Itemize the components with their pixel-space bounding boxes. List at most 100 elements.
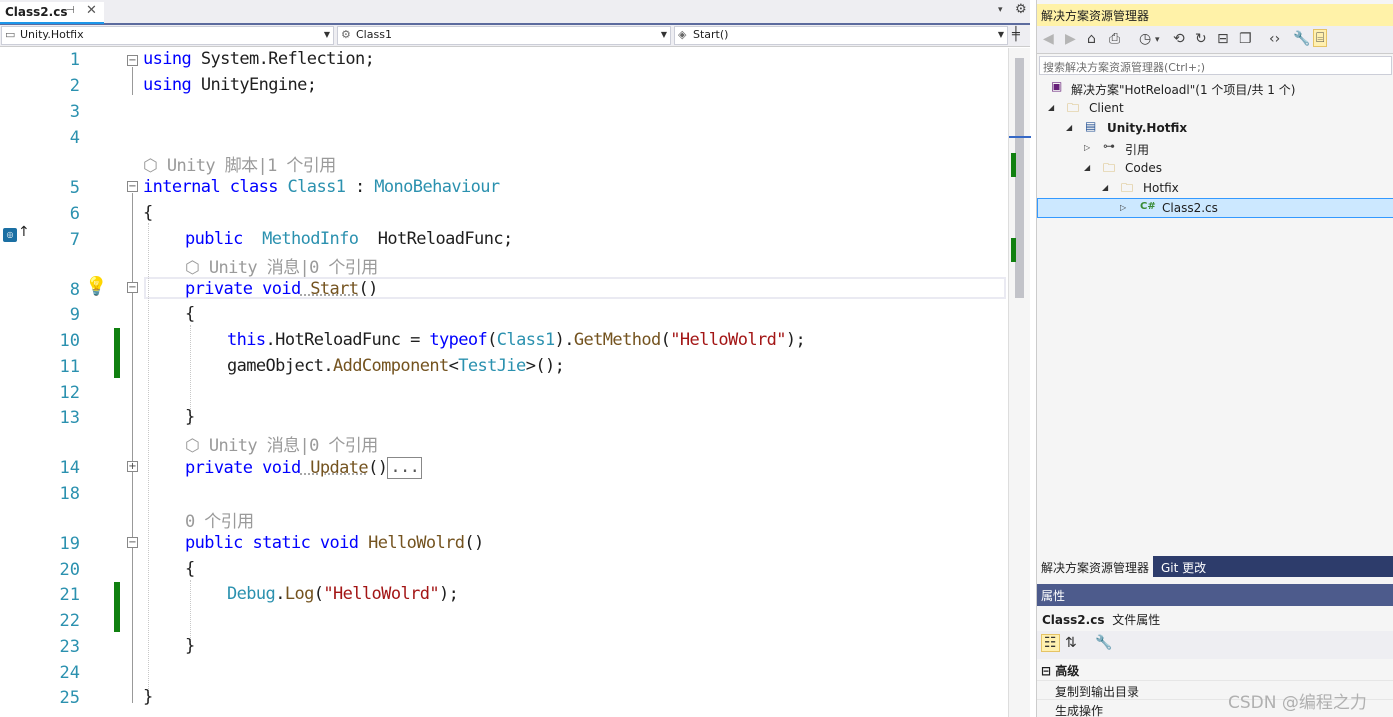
line-number: 13 [59, 408, 80, 428]
unity-script-icon[interactable]: ◎ [3, 228, 17, 242]
line-number: 7 [69, 230, 80, 250]
sync-icon[interactable]: ⟲ [1173, 31, 1185, 47]
code-line-9: { [185, 304, 195, 324]
pending-changes-filter-icon[interactable]: ◷ [1139, 31, 1151, 47]
property-pages-wrench-icon[interactable]: 🔧 [1095, 635, 1112, 651]
code-line-5: internal class Class1 : MonoBehaviour [143, 177, 500, 197]
properties-toolbar: ☷ ⇅ 🔧 [1037, 631, 1393, 659]
collapse-icon[interactable]: − [127, 55, 138, 66]
pin-icon[interactable]: ⊣ [66, 5, 75, 16]
scrollbar-change-marker [1011, 153, 1016, 177]
navigation-bar: ▭ Unity.Hotfix ▼ ⚙ Class1 ▼ ◈ Start() ▼ … [0, 25, 1030, 47]
tree-item-label: Codes [1125, 161, 1162, 175]
code-line-21: Debug.Log("HelloWolrd"); [227, 584, 459, 604]
expanded-arrow-icon[interactable]: ◢ [1048, 103, 1054, 112]
codelens-unity-message[interactable]: ⬡ Unity 消息|0 个引用 [185, 431, 378, 456]
folder-icon: 🗀 [1103, 161, 1116, 175]
category-label: 高级 [1055, 664, 1080, 678]
class-dropdown[interactable]: ⚙ Class1 ▼ [337, 26, 671, 45]
tab-list-dropdown-icon[interactable]: ▾ [998, 5, 1003, 15]
code-editor-pane: Class2.cs ⊣ ✕ ▾ ⚙ ▭ Unity.Hotfix ▼ ⚙ Cla… [0, 0, 1031, 717]
line-number: 23 [59, 637, 80, 657]
tree-item-project[interactable]: ◢ ▤ Unity.Hotfix [1037, 118, 1393, 138]
gear-icon[interactable]: ⚙ [1015, 2, 1027, 17]
tree-item-solution[interactable]: ▣ 解决方案"HotReloadl"(1 个项目/共 1 个) [1037, 78, 1393, 98]
vs-window: Class2.cs ⊣ ✕ ▾ ⚙ ▭ Unity.Hotfix ▼ ⚙ Cla… [0, 0, 1393, 717]
line-number: 19 [59, 534, 80, 554]
close-icon[interactable]: ✕ [86, 3, 97, 18]
csharp-project-icon: ▤ [1085, 119, 1097, 133]
csharp-file-icon: C# [1140, 201, 1156, 212]
scrollbar-thumb[interactable] [1015, 58, 1024, 298]
collapse-icon[interactable]: − [127, 537, 138, 548]
member-dropdown-value: Start() [693, 28, 729, 41]
categorized-icon[interactable]: ☷ [1041, 634, 1060, 652]
document-tab-strip: Class2.cs ⊣ ✕ ▾ ⚙ [0, 0, 1030, 25]
tree-item-hotfix[interactable]: ◢ 🗀 Hotfix [1037, 178, 1393, 198]
line-number: 6 [69, 204, 80, 224]
watermark: CSDN @编程之力 [1228, 693, 1367, 713]
preview-code-icon[interactable]: ‹› [1269, 31, 1280, 47]
glyph-margin: ◎ ↑ [0, 48, 30, 717]
codelens-references[interactable]: 0 个引用 [185, 507, 254, 532]
code-area[interactable]: 💡 1 2 3 4 5 6 7 8 9 10 11 12 13 14 18 19… [28, 48, 1008, 717]
show-all-files-icon[interactable]: ❐ [1239, 31, 1252, 47]
collapse-icon[interactable]: − [127, 282, 138, 293]
tree-item-label: Hotfix [1143, 181, 1179, 195]
solution-search-input[interactable]: 搜索解决方案资源管理器(Ctrl+;) [1039, 56, 1392, 75]
code-line-6: { [143, 203, 153, 223]
tab-git-changes[interactable]: Git 更改 [1157, 556, 1210, 577]
collapsed-arrow-icon[interactable]: ▷ [1120, 203, 1126, 212]
refresh-icon[interactable]: ↻ [1195, 31, 1207, 47]
expanded-arrow-icon[interactable]: ◢ [1084, 163, 1090, 172]
tree-item-label: Client [1089, 101, 1124, 115]
codelens-unity-message[interactable]: ⬡ Unity 消息|0 个引用 [185, 253, 378, 278]
code-line-13: } [185, 407, 195, 427]
project-dropdown[interactable]: ▭ Unity.Hotfix ▼ [1, 26, 334, 45]
solution-explorer-panel: 解决方案资源管理器 ◀ ▶ ⌂ ⎙ ◷ ▾ ⟲ ↻ ⊟ ❐ ‹› 🔧 ⌸ 搜索解… [1036, 0, 1393, 717]
tree-item-references[interactable]: ▷ ⊶ 引用 [1037, 138, 1393, 158]
tree-item-label: 引用 [1125, 143, 1150, 157]
preview-selected-icon[interactable]: ⌸ [1313, 29, 1328, 47]
code-line-19: public static void HelloWolrd() [185, 533, 484, 553]
vertical-scrollbar[interactable] [1008, 48, 1031, 717]
lightbulb-icon[interactable]: 💡 [85, 276, 107, 297]
collapse-all-icon[interactable]: ⊟ [1217, 31, 1229, 47]
expanded-arrow-icon[interactable]: ◢ [1102, 183, 1108, 192]
scrollbar-change-marker [1011, 238, 1016, 262]
properties-wrench-icon[interactable]: 🔧 [1293, 31, 1310, 47]
switch-views-icon[interactable]: ⎙ [1109, 31, 1120, 47]
collapsed-region[interactable]: ... [387, 457, 423, 479]
outline-line [132, 67, 133, 95]
back-icon[interactable]: ◀ [1043, 31, 1054, 47]
code-line-23: } [185, 636, 195, 656]
properties-category[interactable]: ⊟ 高级 [1037, 660, 1393, 680]
chevron-down-icon: ▼ [660, 30, 667, 39]
home-icon[interactable]: ⌂ [1087, 31, 1096, 47]
collapse-icon[interactable]: − [127, 181, 138, 192]
forward-icon[interactable]: ▶ [1065, 31, 1076, 47]
line-number: 24 [59, 663, 80, 683]
codelens-unity-script[interactable]: ⬡ Unity 脚本|1 个引用 [143, 151, 336, 176]
properties-object-type: 文件属性 [1112, 613, 1161, 627]
sort-alphabetical-icon[interactable]: ⇅ [1065, 635, 1077, 651]
split-window-icon[interactable]: ╪ [1012, 27, 1020, 42]
member-dropdown[interactable]: ◈ Start() ▼ [674, 26, 1008, 45]
code-line-25: } [143, 687, 153, 707]
method-icon: ◈ [678, 28, 687, 41]
tab-solution-explorer[interactable]: 解决方案资源管理器 [1037, 556, 1154, 577]
collapsed-arrow-icon[interactable]: ▷ [1084, 143, 1090, 152]
code-line-7: public MethodInfo HotReloadFunc; [185, 229, 513, 249]
tab-class2-cs[interactable]: Class2.cs ⊣ ✕ [0, 2, 104, 24]
collapse-icon[interactable]: ⊟ [1041, 664, 1055, 678]
change-marker [114, 582, 120, 632]
chevron-down-icon[interactable]: ▾ [1155, 35, 1160, 45]
tree-item-client[interactable]: ◢ 🗀 Client [1037, 98, 1393, 118]
expand-icon[interactable]: + [127, 461, 138, 472]
caret-position-marker [1009, 136, 1031, 138]
line-number: 1 [69, 50, 80, 70]
tree-item-class2-cs[interactable]: ▷ C# Class2.cs [1037, 198, 1393, 218]
expanded-arrow-icon[interactable]: ◢ [1066, 123, 1072, 132]
code-line-8: private void Start() [185, 279, 378, 299]
tree-item-codes[interactable]: ◢ 🗀 Codes [1037, 158, 1393, 178]
